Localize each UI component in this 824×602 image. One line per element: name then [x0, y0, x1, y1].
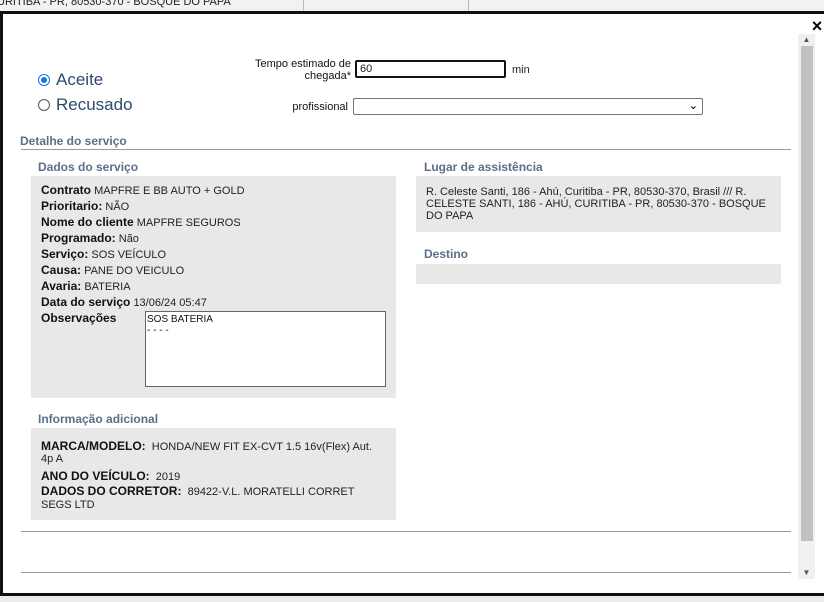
destino-title: Destino [424, 247, 469, 261]
field-marca-modelo: MARCA/MODELO: HONDA/NEW FIT EX-CVT 1.5 1… [41, 439, 373, 465]
field-observacoes-label: Observações [41, 311, 117, 325]
field-prioritario: Prioritario: NÃO [41, 199, 130, 213]
scrollbar-thumb[interactable] [801, 46, 813, 541]
observacoes-line: - - - - [147, 325, 169, 336]
info-adicional-title: Informação adicional [38, 412, 159, 426]
lugar-assistencia-text: R. Celeste Santi, 186 - Ahú, Curitiba - … [426, 186, 766, 222]
field-contrato: Contrato MAPFRE E BB AUTO + GOLD [41, 183, 245, 197]
section-divider [21, 149, 791, 150]
lugar-assistencia-title: Lugar de assistência [424, 160, 543, 174]
scroll-down-icon[interactable]: ▼ [798, 566, 815, 580]
observacoes-textarea[interactable]: SOS BATERIA - - - - [145, 311, 386, 387]
radio-recusado-input[interactable] [38, 99, 50, 111]
modal-content: Aceite Recusado Tempo estimado de chegad… [3, 14, 824, 599]
tempo-unit-label: min [512, 64, 530, 76]
radio-recusado-label: Recusado [56, 95, 133, 114]
observacoes-line: SOS BATERIA [147, 314, 213, 325]
field-ano-veiculo: ANO DO VEÍCULO: 2019 [41, 469, 181, 483]
scroll-up-icon[interactable]: ▲ [798, 33, 815, 47]
radio-aceite[interactable]: Aceite [38, 70, 103, 90]
field-programado: Programado: Não [41, 231, 139, 245]
tempo-estimado-label: Tempo estimado de chegada* [255, 58, 351, 82]
field-avaria: Avaria: BATERIA [41, 279, 131, 293]
radio-recusado[interactable]: Recusado [38, 95, 133, 115]
footer-divider [21, 531, 791, 532]
field-data-servico: Data do serviço 13/06/24 05:47 [41, 295, 207, 309]
vertical-scrollbar[interactable]: ▲ ▼ [798, 34, 815, 579]
field-nome-cliente: Nome do cliente MAPFRE SEGUROS [41, 215, 241, 229]
detalhe-servico-title: Detalhe do serviço [20, 134, 127, 148]
profissional-label: profissional [292, 101, 348, 113]
background-address-text: URITIBA - PR, 80530-370 - BOSQUE DO PAPA [0, 0, 231, 8]
tempo-estimado-input[interactable]: 60 [355, 60, 506, 78]
dados-servico-title: Dados do serviço [38, 160, 139, 174]
radio-aceite-input[interactable] [38, 74, 50, 86]
field-causa: Causa: PANE DO VEICULO [41, 263, 185, 277]
destino-panel [416, 264, 781, 284]
field-servico: Serviço: SOS VEÍCULO [41, 247, 166, 261]
service-detail-modal: × Aceite Recusado Tempo estimado de cheg… [0, 11, 824, 596]
radio-aceite-label: Aceite [56, 70, 104, 89]
footer-divider [21, 572, 791, 573]
profissional-select[interactable]: ⌄ [353, 98, 703, 115]
chevron-down-icon: ⌄ [688, 100, 698, 112]
field-dados-corretor: DADOS DO CORRETOR: 89422-V.L. MORATELLI … [41, 484, 355, 512]
